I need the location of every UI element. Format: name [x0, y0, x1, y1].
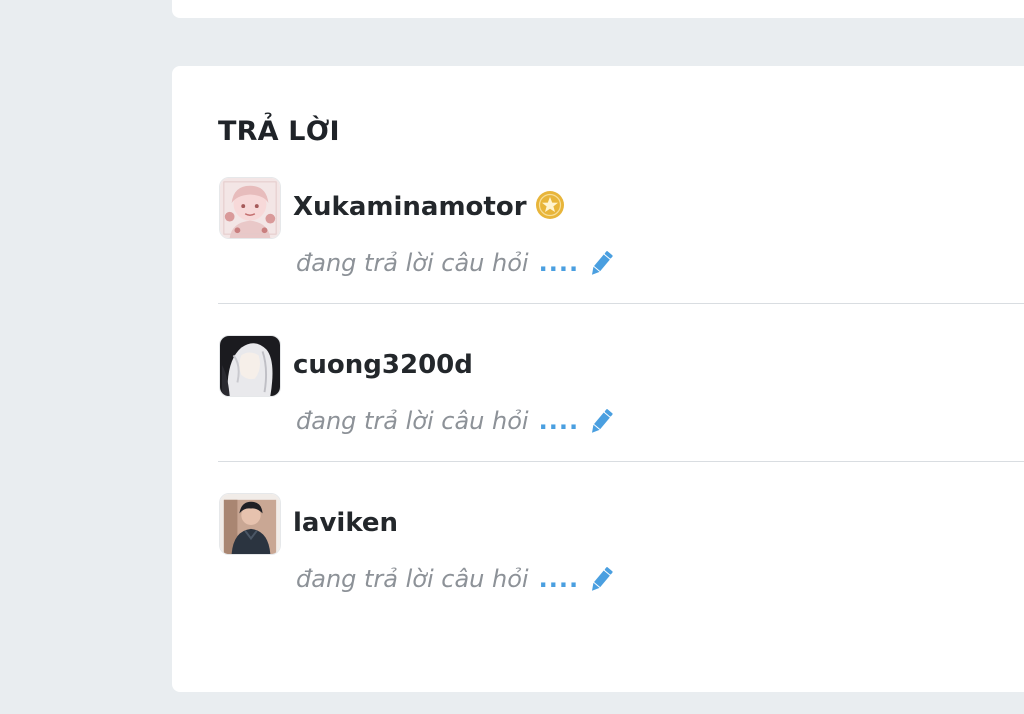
pencil-icon: [592, 566, 613, 591]
answer-row: Xukaminamotor đang trả lời câu hỏi....: [218, 176, 1024, 334]
answers-card: TRẢ LỜI Xukaminamotor đang trả lời câu h…: [172, 66, 1024, 692]
username-text[interactable]: cuong3200d: [293, 350, 473, 380]
anime-girl-avatar-icon: [220, 178, 280, 238]
answer-row: cuong3200d đang trả lời câu hỏi....: [218, 334, 1024, 492]
verified-badge-icon: [535, 191, 564, 219]
typing-dots: ....: [538, 407, 580, 435]
username[interactable]: Xukaminamotor: [293, 190, 565, 224]
person-photo-avatar-icon: [220, 494, 280, 554]
status-text: đang trả lời câu hỏi: [296, 249, 529, 277]
pencil-icon: [592, 408, 613, 433]
avatar[interactable]: [219, 493, 281, 555]
username-text[interactable]: laviken: [293, 508, 398, 538]
username[interactable]: laviken: [293, 506, 398, 540]
row-divider: [218, 303, 1024, 304]
typing-status: đang trả lời câu hỏi....: [296, 404, 615, 441]
username-text[interactable]: Xukaminamotor: [293, 192, 527, 222]
status-text: đang trả lời câu hỏi: [296, 565, 529, 593]
avatar[interactable]: [219, 335, 281, 397]
avatar[interactable]: [219, 177, 281, 239]
typing-status: đang trả lời câu hỏi....: [296, 562, 615, 599]
previous-card: [172, 0, 1024, 18]
status-text: đang trả lời câu hỏi: [296, 407, 529, 435]
typing-dots: ....: [538, 565, 580, 593]
row-divider: [218, 461, 1024, 462]
answer-row: laviken đang trả lời câu hỏi....: [218, 492, 1024, 650]
pencil-icon: [592, 250, 613, 275]
white-hair-character-avatar-icon: [220, 336, 280, 396]
typing-dots: ....: [538, 249, 580, 277]
section-title: TRẢ LỜI: [218, 116, 340, 147]
typing-status: đang trả lời câu hỏi....: [296, 246, 615, 283]
username[interactable]: cuong3200d: [293, 348, 473, 382]
